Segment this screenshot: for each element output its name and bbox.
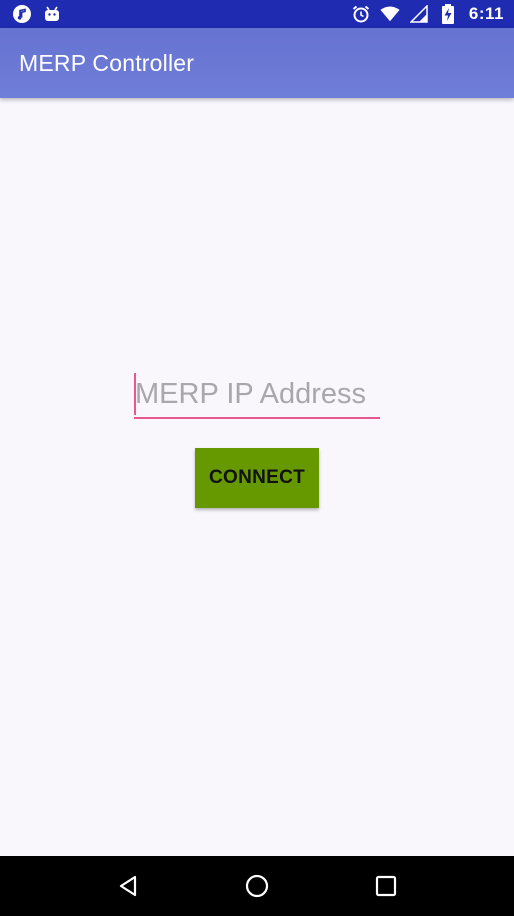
home-icon xyxy=(245,874,269,898)
back-icon xyxy=(120,875,137,897)
back-button[interactable] xyxy=(98,856,158,916)
recents-icon xyxy=(375,875,396,897)
wifi-icon xyxy=(380,4,400,24)
status-left-icons xyxy=(12,4,62,24)
app-bar: MERP Controller xyxy=(0,28,514,98)
alarm-icon xyxy=(351,4,371,24)
ip-address-field[interactable] xyxy=(134,371,380,419)
ip-address-input[interactable] xyxy=(134,371,380,417)
status-right-icons: 6:11 xyxy=(351,4,504,24)
connect-button[interactable]: CONNECT xyxy=(195,448,319,508)
home-button[interactable] xyxy=(227,856,287,916)
main-content: CONNECT xyxy=(0,98,514,856)
recents-button[interactable] xyxy=(356,856,416,916)
status-bar: 6:11 xyxy=(0,0,514,28)
battery-charging-icon xyxy=(438,4,458,24)
cell-signal-icon xyxy=(409,4,429,24)
status-time: 6:11 xyxy=(468,4,504,23)
music-note-icon xyxy=(12,4,32,24)
navigation-bar xyxy=(0,856,514,916)
android-icon xyxy=(42,4,62,24)
app-title: MERP Controller xyxy=(19,49,195,76)
